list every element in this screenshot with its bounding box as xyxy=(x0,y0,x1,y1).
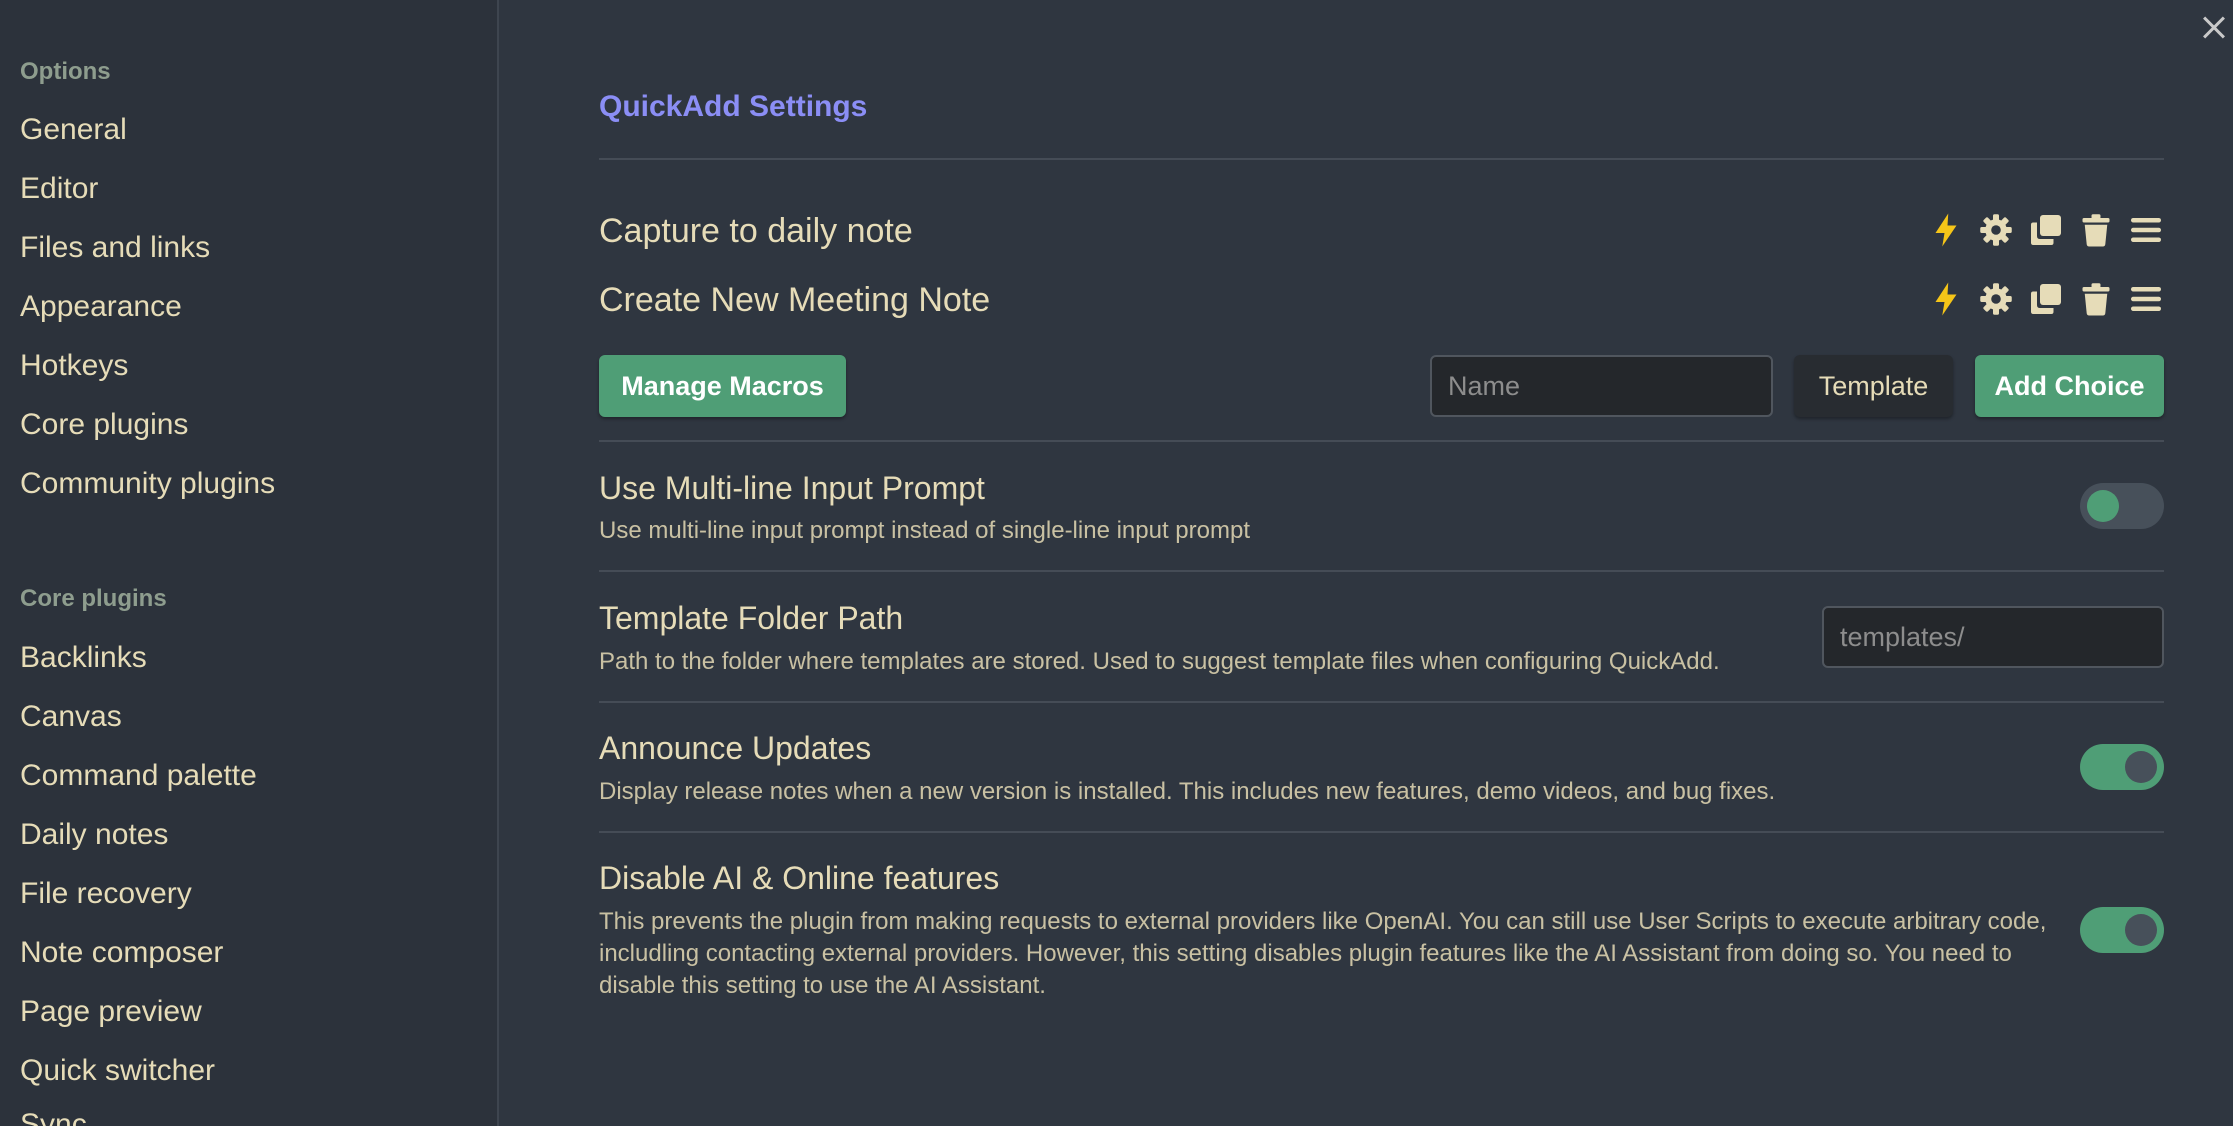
choice-name: Capture to daily note xyxy=(599,212,913,250)
toggle-knob xyxy=(2125,914,2157,946)
divider xyxy=(599,158,2164,160)
drag-handle-icon[interactable] xyxy=(2128,212,2164,248)
sidebar-item-page-preview[interactable]: Page preview xyxy=(20,995,202,1029)
setting-name: Use Multi-line Input Prompt xyxy=(599,470,985,506)
duplicate-icon[interactable] xyxy=(2028,212,2064,248)
choice-name: Create New Meeting Note xyxy=(599,281,991,319)
sidebar-item-sync[interactable]: Sync xyxy=(20,1108,87,1126)
sidebar-item-command-palette[interactable]: Command palette xyxy=(20,759,257,793)
sidebar-item-community-plugins[interactable]: Community plugins xyxy=(20,467,275,501)
setting-description: Use multi-line input prompt instead of s… xyxy=(599,517,1250,544)
sidebar-item-backlinks[interactable]: Backlinks xyxy=(20,641,147,675)
gear-icon[interactable] xyxy=(1978,281,2014,317)
drag-handle-icon[interactable] xyxy=(2128,281,2164,317)
setting-name: Template Folder Path xyxy=(599,600,904,636)
sidebar-item-hotkeys[interactable]: Hotkeys xyxy=(20,349,128,383)
sidebar-item-daily-notes[interactable]: Daily notes xyxy=(20,818,168,852)
divider xyxy=(599,831,2164,833)
template-folder-input[interactable] xyxy=(1822,606,2164,668)
lightning-icon[interactable] xyxy=(1928,212,1964,248)
settings-sidebar: Options General Editor Files and links A… xyxy=(0,0,499,1126)
multiline-input-toggle[interactable] xyxy=(2080,483,2164,529)
setting-name: Announce Updates xyxy=(599,730,872,766)
sidebar-item-editor[interactable]: Editor xyxy=(20,172,98,206)
sidebar-item-general[interactable]: General xyxy=(20,113,127,147)
trash-icon[interactable] xyxy=(2078,212,2114,248)
setting-name: Disable AI & Online features xyxy=(599,860,1000,896)
sidebar-item-canvas[interactable]: Canvas xyxy=(20,700,122,734)
sidebar-heading-core-plugins: Core plugins xyxy=(20,585,167,612)
trash-icon[interactable] xyxy=(2078,281,2114,317)
divider xyxy=(599,440,2164,442)
setting-description: Display release notes when a new version… xyxy=(599,778,1776,805)
lightning-icon[interactable] xyxy=(1928,281,1964,317)
divider xyxy=(599,570,2164,572)
settings-content: QuickAdd Settings Capture to daily note xyxy=(599,0,2164,1126)
sidebar-item-files-and-links[interactable]: Files and links xyxy=(20,231,210,265)
sidebar-item-quick-switcher[interactable]: Quick switcher xyxy=(20,1054,215,1088)
toggle-knob xyxy=(2087,490,2119,522)
toggle-knob xyxy=(2125,751,2157,783)
disable-ai-toggle[interactable] xyxy=(2080,907,2164,953)
setting-description: Path to the folder where templates are s… xyxy=(599,648,1720,675)
choice-name-input[interactable] xyxy=(1430,355,1773,417)
sidebar-item-core-plugins[interactable]: Core plugins xyxy=(20,408,188,442)
sidebar-item-appearance[interactable]: Appearance xyxy=(20,290,182,324)
sidebar-item-file-recovery[interactable]: File recovery xyxy=(20,877,192,911)
manage-macros-button[interactable]: Manage Macros xyxy=(599,355,846,417)
duplicate-icon[interactable] xyxy=(2028,281,2064,317)
gear-icon[interactable] xyxy=(1978,212,2014,248)
choice-actions xyxy=(1928,212,2164,248)
choice-type-select[interactable]: Template xyxy=(1794,355,1953,417)
page-title: QuickAdd Settings xyxy=(599,90,868,123)
divider xyxy=(599,701,2164,703)
settings-window: Options General Editor Files and links A… xyxy=(0,0,2233,1126)
setting-description: This prevents the plugin from making req… xyxy=(599,908,2047,999)
sidebar-item-note-composer[interactable]: Note composer xyxy=(20,936,223,970)
announce-updates-toggle[interactable] xyxy=(2080,744,2164,790)
add-choice-button[interactable]: Add Choice xyxy=(1975,355,2164,417)
close-icon[interactable] xyxy=(2198,10,2230,46)
choice-actions xyxy=(1928,281,2164,317)
sidebar-heading-options: Options xyxy=(20,58,111,85)
